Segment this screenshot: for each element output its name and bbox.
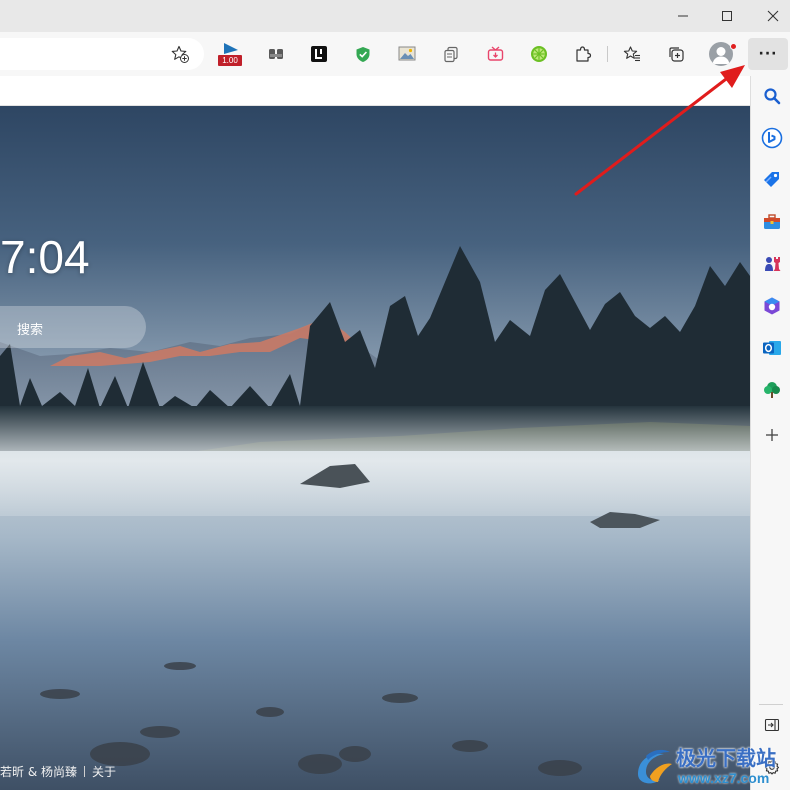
address-bar[interactable]: [0, 38, 204, 70]
sidebar-item-games[interactable]: [761, 253, 783, 275]
tv-icon: [487, 46, 503, 61]
outlook-icon: [763, 341, 781, 355]
sidebar: [750, 76, 790, 795]
about-link[interactable]: 关于: [92, 765, 116, 779]
maximize-button[interactable]: [704, 0, 750, 32]
watermark: 极光下载站 www.xz7.com: [632, 742, 790, 792]
tv-extension-button[interactable]: [481, 40, 509, 68]
favorites-bar: [0, 76, 750, 106]
sidebar-separator: [759, 704, 783, 705]
watermark-url: www.xz7.com: [678, 770, 770, 786]
favorites-icon: [623, 46, 640, 62]
puzzle-icon: [576, 46, 592, 62]
settings-and-more-button[interactable]: ···: [748, 38, 788, 70]
search-placeholder: 搜索: [17, 323, 44, 338]
sidebar-add-button[interactable]: [761, 424, 783, 446]
notification-dot: [730, 43, 737, 50]
clock: 7:04: [0, 231, 90, 283]
background-photo: [0, 106, 750, 795]
close-button[interactable]: [750, 0, 790, 32]
collections-icon: [669, 47, 684, 62]
copy-extension-button[interactable]: [437, 40, 465, 68]
title-bar: [0, 0, 790, 32]
new-tab-page: 7:04 搜索 若昕 & 杨尚臻 关于: [0, 106, 750, 795]
sidebar-item-office[interactable]: [761, 295, 783, 317]
search-icon: [764, 88, 781, 105]
shield-check-icon: [356, 46, 370, 62]
maximize-icon: [722, 11, 732, 21]
image-extension-button[interactable]: [393, 40, 421, 68]
plus-icon: [766, 429, 778, 441]
sidebar-item-shopping[interactable]: [761, 169, 783, 191]
star-add-icon: [171, 45, 189, 63]
speed-extension-button[interactable]: 1.00: [217, 40, 245, 68]
sidebar-item-tools[interactable]: [761, 211, 783, 233]
photo-credit-author: 若昕 & 杨尚臻: [0, 765, 77, 779]
lime-extension-button[interactable]: [525, 40, 553, 68]
copy-icon: [444, 46, 458, 62]
more-icon: ···: [758, 46, 778, 62]
photo-credit: 若昕 & 杨尚臻 关于: [0, 763, 116, 780]
tab-group-extension-button[interactable]: [262, 40, 290, 68]
sidebar-item-outlook[interactable]: [761, 337, 783, 359]
extensions-button[interactable]: [569, 40, 597, 68]
tag-icon: [764, 172, 779, 187]
favorites-button[interactable]: [618, 40, 646, 68]
watermark-title: 极光下载站: [676, 746, 776, 770]
image-icon: [398, 46, 416, 61]
speed-badge: 1.00: [218, 55, 242, 66]
browser-window: 1.00 ··· 7:04 搜索 若昕 & 杨尚臻 关于 极光下载站 www.x…: [0, 0, 790, 795]
sidebar-item-drop[interactable]: [761, 379, 783, 401]
toolbox-icon: [764, 214, 780, 229]
add-favorite-button[interactable]: [170, 44, 190, 64]
minimize-icon: [678, 15, 688, 17]
lime-icon: [531, 46, 547, 62]
l-letter-icon: [311, 46, 327, 62]
tree-icon: [764, 382, 780, 398]
hide-sidebar-button[interactable]: [761, 714, 783, 736]
tab-group-icon: [269, 49, 283, 59]
credit-separator: [84, 766, 85, 777]
minimize-button[interactable]: [660, 0, 706, 32]
office-icon: [764, 297, 780, 315]
toolbar: 1.00 ···: [0, 32, 790, 76]
shield-extension-button[interactable]: [349, 40, 377, 68]
sidebar-item-bing[interactable]: [761, 127, 783, 149]
sidebar-collapse-icon: [764, 718, 780, 732]
sidebar-item-search[interactable]: [761, 85, 783, 107]
toolbar-separator: [607, 46, 608, 62]
chess-icon: [765, 257, 781, 271]
l-extension-button[interactable]: [305, 40, 333, 68]
watermark-logo-icon: [638, 749, 672, 784]
collections-button[interactable]: [662, 40, 690, 68]
close-icon: [767, 10, 779, 22]
bing-icon: [761, 127, 783, 149]
